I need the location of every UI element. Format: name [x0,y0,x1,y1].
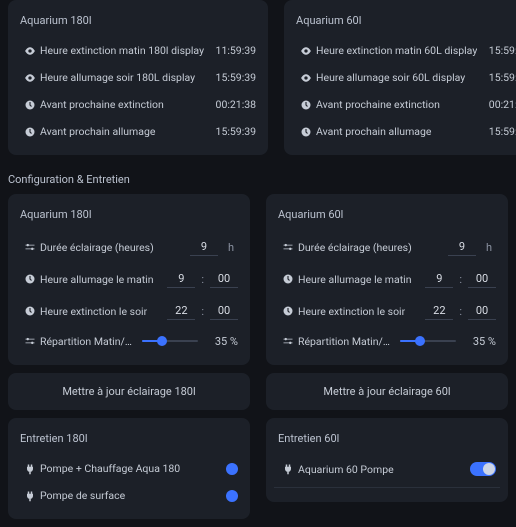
clock-icon [20,99,40,111]
clock-icon [278,273,298,285]
clock-icon [20,273,40,285]
eye-icon [20,72,40,84]
switch-row: Pompe de surface [16,482,242,509]
morning-label: Heure allumage le matin [298,273,425,286]
evening-label: Heure extinction le soir [298,305,425,318]
sensor-label: Avant prochaine extinction [40,98,204,111]
sensor-value: 15:59:39 [204,125,256,138]
slider-icon [278,241,298,253]
sensor-row: Avant prochain allumage15:59:39 [16,118,260,145]
sensor-row: Heure allumage soir 180L display15:59:39 [16,64,260,91]
duration-row: Durée éclairage (heures) 9 h [16,231,242,263]
clock-icon [278,305,298,317]
evening-row: Heure extinction le soir 22 : 00 [274,295,500,327]
evening-hour-input[interactable]: 22 [167,302,195,320]
split-row: Répartition Matin/Soir … 35 % [274,327,500,355]
sensor-value: 15:59:39 [477,125,516,138]
sensor-value: 00:21:38 [204,98,256,111]
sensor-row: Avant prochaine extinction00:21:38 [16,91,260,118]
switch-row: Aquarium 60 Pompe [274,455,500,483]
sensor-label: Heure allumage soir 180L display [40,71,204,84]
morning-hour-input[interactable]: 9 [167,270,195,288]
plug-icon [20,463,40,475]
sensor-row: Avant prochaine extinction00:21:38 [292,91,516,118]
sensor-label: Avant prochaine extinction [316,98,477,111]
split-slider[interactable] [142,334,198,348]
split-percent: 35 % [462,335,496,348]
evening-hour-input[interactable]: 22 [425,302,453,320]
evening-min-input[interactable]: 00 [468,302,496,320]
split-label: Répartition Matin/Soir … [40,335,136,348]
section-config-title: Configuration & Entretien [8,173,508,186]
sensor-value: 15:59:39 [477,71,516,84]
clock-icon [20,126,40,138]
evening-label: Heure extinction le soir [40,305,167,318]
toggle-switch[interactable] [470,462,496,476]
morning-label: Heure allumage le matin [40,273,167,286]
sensor-row: Heure extinction matin 180l display11:59… [16,37,260,64]
duration-input[interactable]: 9 [448,238,476,256]
maint-card-180: Entretien 180l Pompe + Chauffage Aqua 18… [8,418,250,519]
maint-card-60: Entretien 60l Aquarium 60 Pompe [266,418,508,502]
clock-icon [296,126,316,138]
card-title: Aquarium 180l [20,208,238,221]
divider [274,487,500,488]
switch-label: Pompe + Chauffage Aqua 180 [40,462,226,475]
switch-label: Pompe de surface [40,489,226,502]
split-slider[interactable] [400,334,456,348]
sensor-label: Heure allumage soir 60L display [316,71,477,84]
eye-icon [296,72,316,84]
sensor-label: Heure extinction matin 180l display [40,44,204,57]
morning-hour-input[interactable]: 9 [425,270,453,288]
plug-icon [278,463,298,475]
duration-label: Durée éclairage (heures) [298,241,448,254]
sensor-value: 15:59:39 [204,71,256,84]
config-card-180: Aquarium 180l Durée éclairage (heures) 9… [8,194,250,365]
duration-label: Durée éclairage (heures) [40,241,190,254]
card-title: Aquarium 60l [296,14,516,27]
switch-row: Pompe + Chauffage Aqua 180 [16,455,242,482]
update-button-180[interactable]: Mettre à jour éclairage 180l [8,373,250,410]
duration-input[interactable]: 9 [190,238,218,256]
morning-min-input[interactable]: 00 [468,270,496,288]
sensor-label: Heure extinction matin 60L display [316,44,477,57]
slider-icon [278,335,298,347]
split-row: Répartition Matin/Soir … 35 % [16,327,242,355]
morning-row: Heure allumage le matin 9 : 00 [16,263,242,295]
sensor-value: 00:21:38 [477,98,516,111]
sensor-value: 15:59:39 [477,44,516,57]
sensor-value: 11:59:39 [204,44,256,57]
sensor-label: Avant prochain allumage [40,125,204,138]
toggle-switch[interactable] [226,463,238,475]
slider-icon [20,241,40,253]
split-label: Répartition Matin/Soir … [298,335,394,348]
switch-label: Aquarium 60 Pompe [298,463,470,476]
duration-unit: h [224,241,238,254]
duration-row: Durée éclairage (heures) 9 h [274,231,500,263]
sensor-row: Heure extinction matin 60L display15:59:… [292,37,516,64]
sensor-label: Avant prochain allumage [316,125,477,138]
sensor-row: Avant prochain allumage15:59:39 [292,118,516,145]
eye-icon [20,45,40,57]
clock-icon [296,99,316,111]
evening-min-input[interactable]: 00 [210,302,238,320]
config-card-60: Aquarium 60l Durée éclairage (heures) 9 … [266,194,508,365]
eye-icon [296,45,316,57]
morning-row: Heure allumage le matin 9 : 00 [274,263,500,295]
status-card-180: Aquarium 180l Heure extinction matin 180… [8,0,268,155]
card-title: Entretien 60l [278,432,496,445]
card-title: Aquarium 180l [20,14,256,27]
slider-icon [20,335,40,347]
sensor-row: Heure allumage soir 60L display15:59:39 [292,64,516,91]
evening-row: Heure extinction le soir 22 : 00 [16,295,242,327]
card-title: Entretien 180l [20,432,238,445]
card-title: Aquarium 60l [278,208,496,221]
status-card-60: Aquarium 60l Heure extinction matin 60L … [284,0,516,155]
update-button-60[interactable]: Mettre à jour éclairage 60l [266,373,508,410]
split-percent: 35 % [204,335,238,348]
clock-icon [20,305,40,317]
morning-min-input[interactable]: 00 [210,270,238,288]
duration-unit: h [482,241,496,254]
